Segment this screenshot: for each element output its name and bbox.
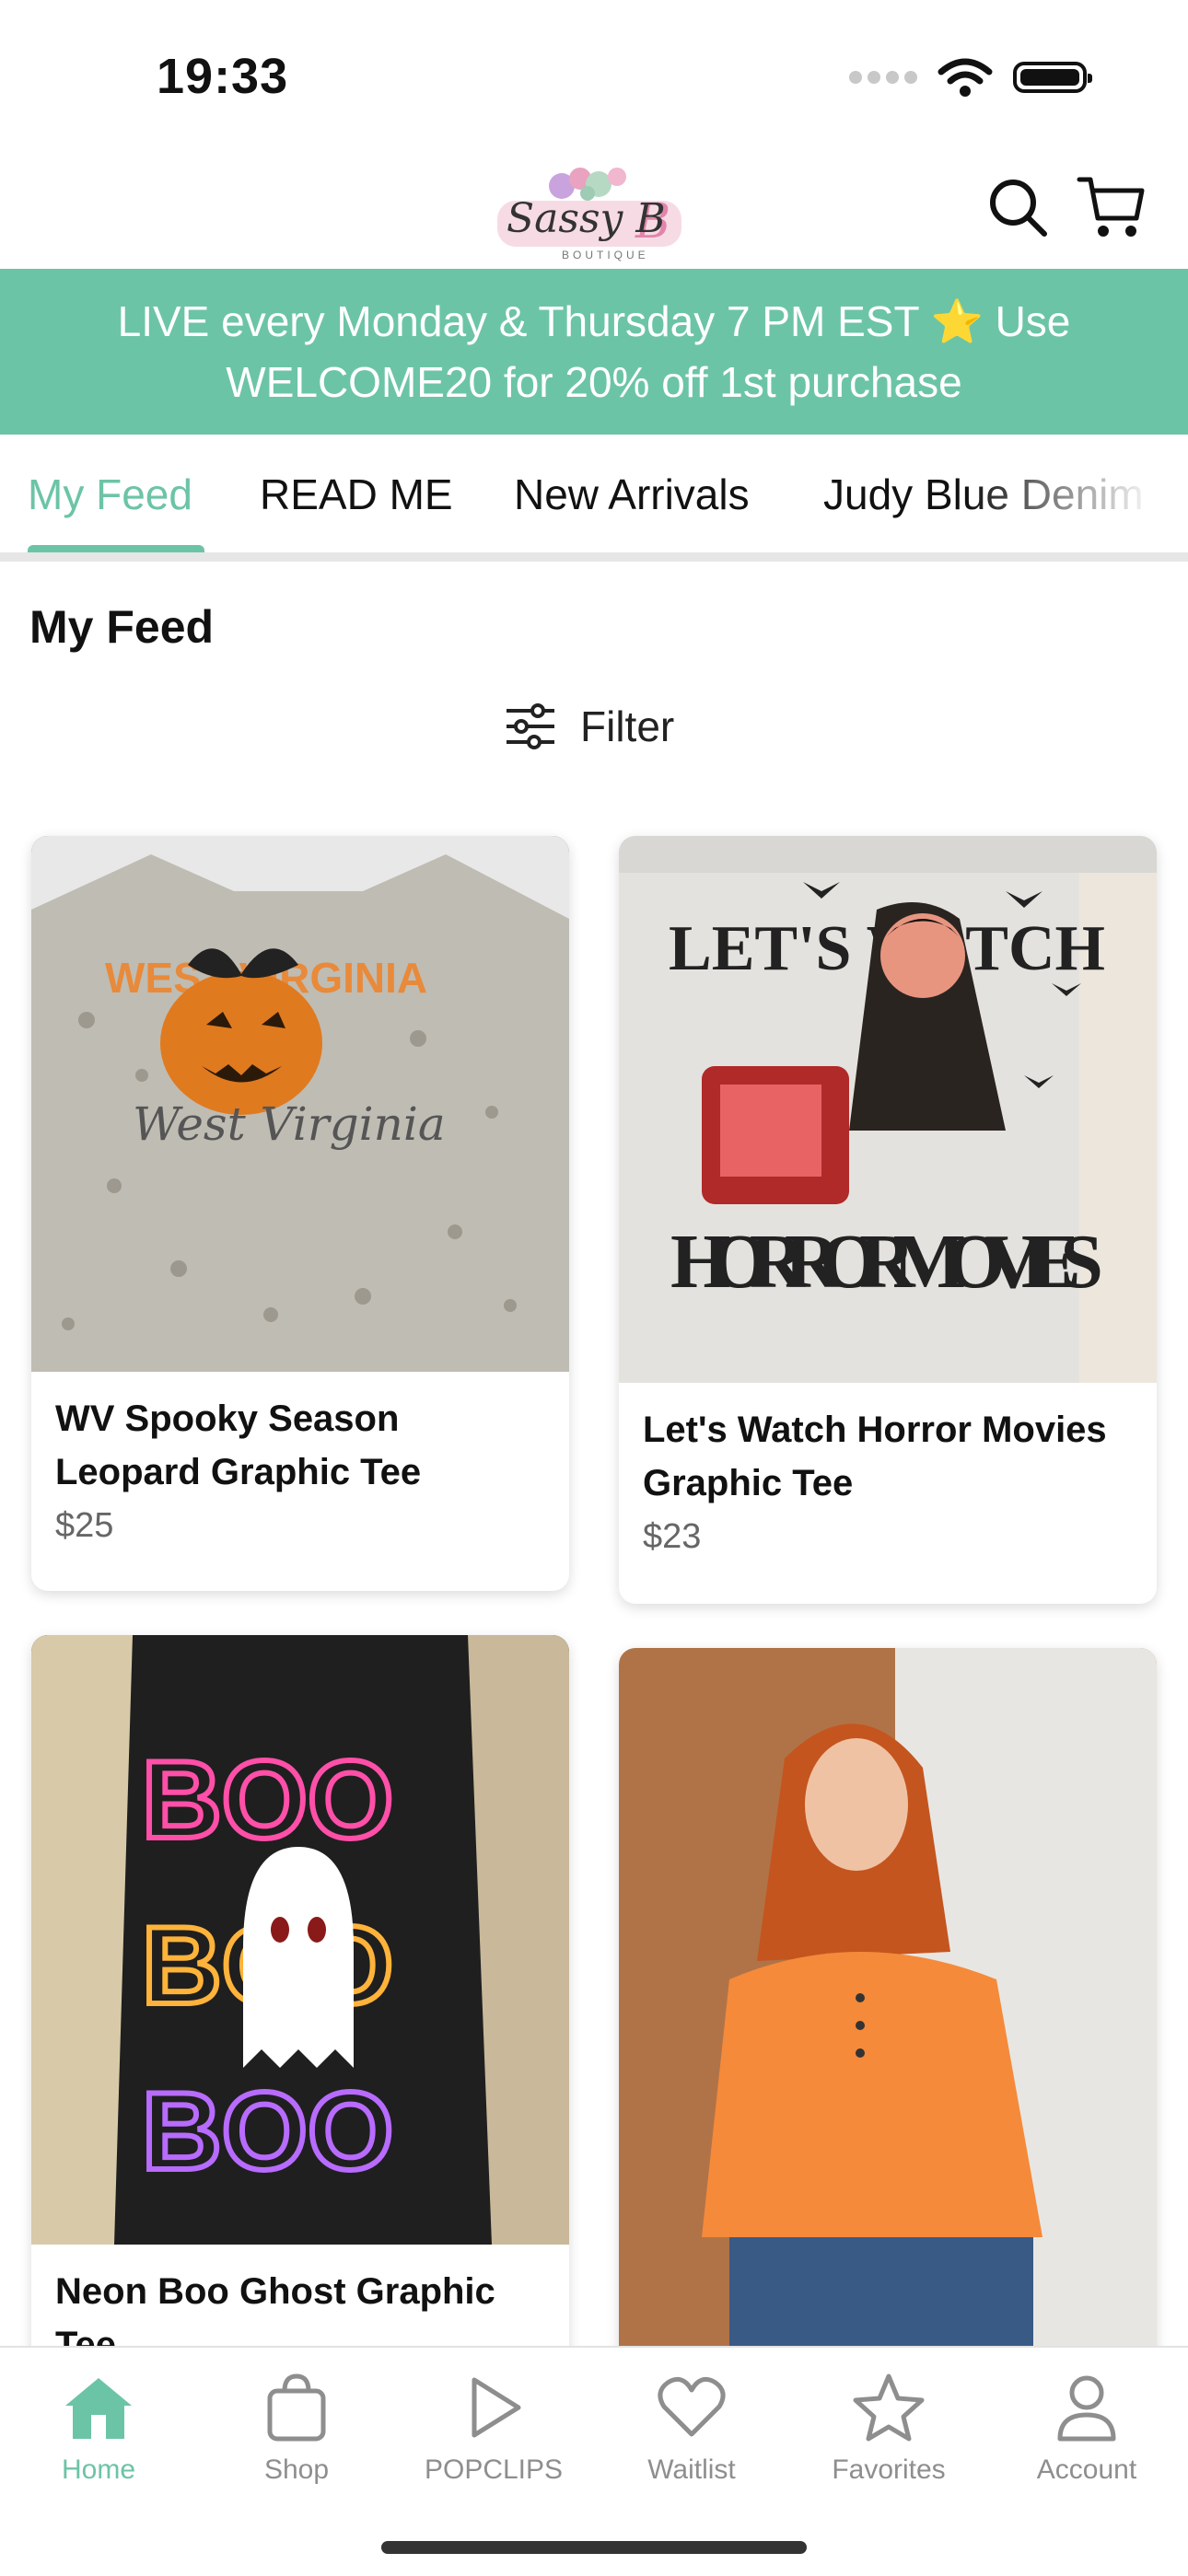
tabbar-label: Account (1036, 2454, 1137, 2485)
artwork-text-boo-1: BOO (142, 1738, 393, 1862)
tabbar-label: Shop (263, 2454, 330, 2485)
tabbar-waitlist[interactable]: Waitlist (600, 2366, 784, 2486)
product-price: $23 (643, 1517, 702, 1556)
product-card[interactable] (619, 1648, 1157, 2372)
tabbar-home[interactable]: Home (6, 2366, 191, 2486)
product-image[interactable] (619, 1648, 1157, 2372)
signal-icon (849, 71, 917, 84)
bag-icon (267, 2373, 326, 2442)
home-icon (65, 2378, 132, 2439)
tabs-fade-overlay (967, 435, 1188, 552)
active-tab-indicator (28, 545, 204, 552)
filter-icon (507, 703, 554, 749)
star-icon (853, 2373, 925, 2442)
store-logo[interactable]: B Sassy B BOUTIQUE (488, 157, 691, 267)
tab-read-me[interactable]: READ ME (260, 470, 453, 519)
product-image[interactable]: WEST VIRGINIA West Virginia (31, 836, 569, 1372)
tab-new-arrivals[interactable]: New Arrivals (514, 470, 750, 519)
product-card[interactable]: LET'S WATCH HORROR MOVIES Let's Watch Ho… (619, 836, 1157, 1604)
artwork-text-boo-3: BOO (142, 2070, 393, 2193)
tab-my-feed[interactable]: My Feed (28, 470, 192, 519)
cart-button[interactable] (1070, 166, 1153, 249)
filter-button[interactable]: Filter (505, 702, 674, 751)
artwork-text-script: West Virginia (133, 1097, 446, 1151)
filter-label: Filter (580, 702, 675, 750)
tabbar-favorites[interactable]: Favorites (797, 2366, 981, 2486)
app-header: B Sassy B BOUTIQUE (0, 147, 1188, 269)
artwork-text-bottom: HORROR MOVIES (670, 1219, 1103, 1305)
person-icon (1057, 2375, 1116, 2442)
heart-icon (658, 2376, 726, 2437)
promo-banner-text: LIVE every Monday & Thursday 7 PM EST ⭐ … (117, 297, 1071, 406)
product-name[interactable]: Let's Watch Horror Movies Graphic Tee (643, 1403, 1140, 1510)
promo-banner: LIVE every Monday & Thursday 7 PM EST ⭐ … (0, 269, 1188, 435)
tabbar-shop[interactable]: Shop (204, 2366, 389, 2486)
status-icons (849, 57, 1092, 98)
tabbar-label: Favorites (832, 2454, 946, 2485)
product-image[interactable]: BOO BOO BOO (31, 1635, 569, 2245)
product-card[interactable]: WEST VIRGINIA West Virginia WV Spooky Se… (31, 836, 569, 1591)
section-title: My Feed (29, 601, 215, 653)
play-icon (472, 2377, 521, 2438)
logo-text: Sassy B (507, 195, 666, 242)
status-time: 19:33 (157, 49, 289, 104)
battery-icon (1013, 62, 1092, 93)
tabbar-label: Waitlist (647, 2454, 736, 2485)
category-tabs: My Feed READ ME New Arrivals Judy Blue D… (0, 435, 1188, 562)
tabbar-popclips[interactable]: POPCLIPS (402, 2366, 586, 2486)
product-image[interactable]: LET'S WATCH HORROR MOVIES (619, 836, 1157, 1383)
logo-subtext: BOUTIQUE (562, 249, 649, 261)
tabbar-account[interactable]: Account (995, 2366, 1179, 2486)
wifi-icon (938, 58, 993, 97)
home-indicator (381, 2541, 807, 2554)
search-icon (990, 180, 1047, 237)
tabbar-label: Home (61, 2454, 136, 2485)
product-price: $25 (55, 1506, 114, 1545)
status-bar: 19:33 (0, 0, 1188, 147)
product-card[interactable]: BOO BOO BOO Neon Boo Ghost Graphic Tee (31, 1635, 569, 2372)
search-button[interactable] (976, 166, 1059, 249)
cart-icon (1077, 177, 1145, 237)
product-name[interactable]: WV Spooky Season Leopard Graphic Tee (55, 1392, 553, 1499)
tabbar-label: POPCLIPS (424, 2454, 564, 2485)
